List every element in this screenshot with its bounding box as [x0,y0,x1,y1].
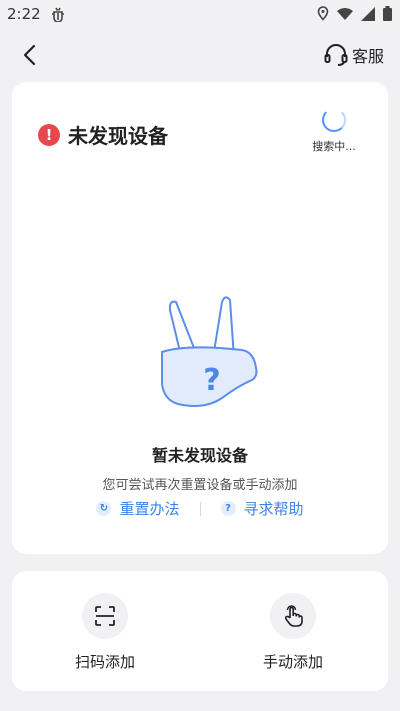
scan-icon-wrapper [82,593,128,639]
loading-spinner-icon [322,108,346,132]
manual-add-label: 手动添加 [262,653,323,671]
navigation-bar: 客服 [0,34,400,76]
add-device-options: 扫码添加 手动添加 [12,571,388,691]
question-icon: ? [220,501,236,516]
empty-state-title: 暂未发现设备 [151,446,248,465]
chevron-left-icon [23,44,36,66]
reset-method-link[interactable]: ↻ 重置办法 [96,498,180,519]
battery-icon [383,6,392,25]
alert-icon: ! [38,123,60,146]
device-search-card: ! 未发现设备 搜索中... ? 暂未发现设备 您可尝试再次重置设备或手动添加 … [12,82,388,554]
hand-icon-wrapper [270,593,316,639]
seek-help-label: 寻求帮助 [243,500,304,518]
searching-indicator: 搜索中... [304,108,364,154]
refresh-icon: ↻ [96,501,112,516]
scan-add-button[interactable]: 扫码添加 [55,593,155,672]
manual-add-button[interactable]: 手动添加 [243,593,343,672]
hand-tap-icon [284,605,303,627]
signal-icon [361,6,375,25]
location-icon [317,6,329,25]
reset-method-label: 重置办法 [119,500,180,518]
scan-add-label: 扫码添加 [74,653,135,671]
bug-notification-icon [50,6,66,26]
help-links: ↻ 重置办法 ? 寻求帮助 [12,498,388,519]
scan-icon [95,606,115,626]
back-button[interactable] [14,40,44,70]
customer-service-label: 客服 [351,47,384,66]
headset-icon [324,44,348,66]
searching-label: 搜索中... [312,140,356,153]
status-bar: 2:22 [0,0,400,28]
divider [199,501,201,516]
device-status: ! 未发现设备 [38,120,168,149]
no-device-illustration: ? [142,288,262,418]
svg-text:?: ? [203,363,220,398]
customer-service-button[interactable]: 客服 [324,40,384,70]
status-time: 2:22 [7,5,41,23]
wifi-icon [337,6,353,25]
device-status-title: 未发现设备 [68,124,168,148]
empty-state-description: 您可尝试再次重置设备或手动添加 [102,478,298,493]
seek-help-link[interactable]: ? 寻求帮助 [220,498,304,519]
